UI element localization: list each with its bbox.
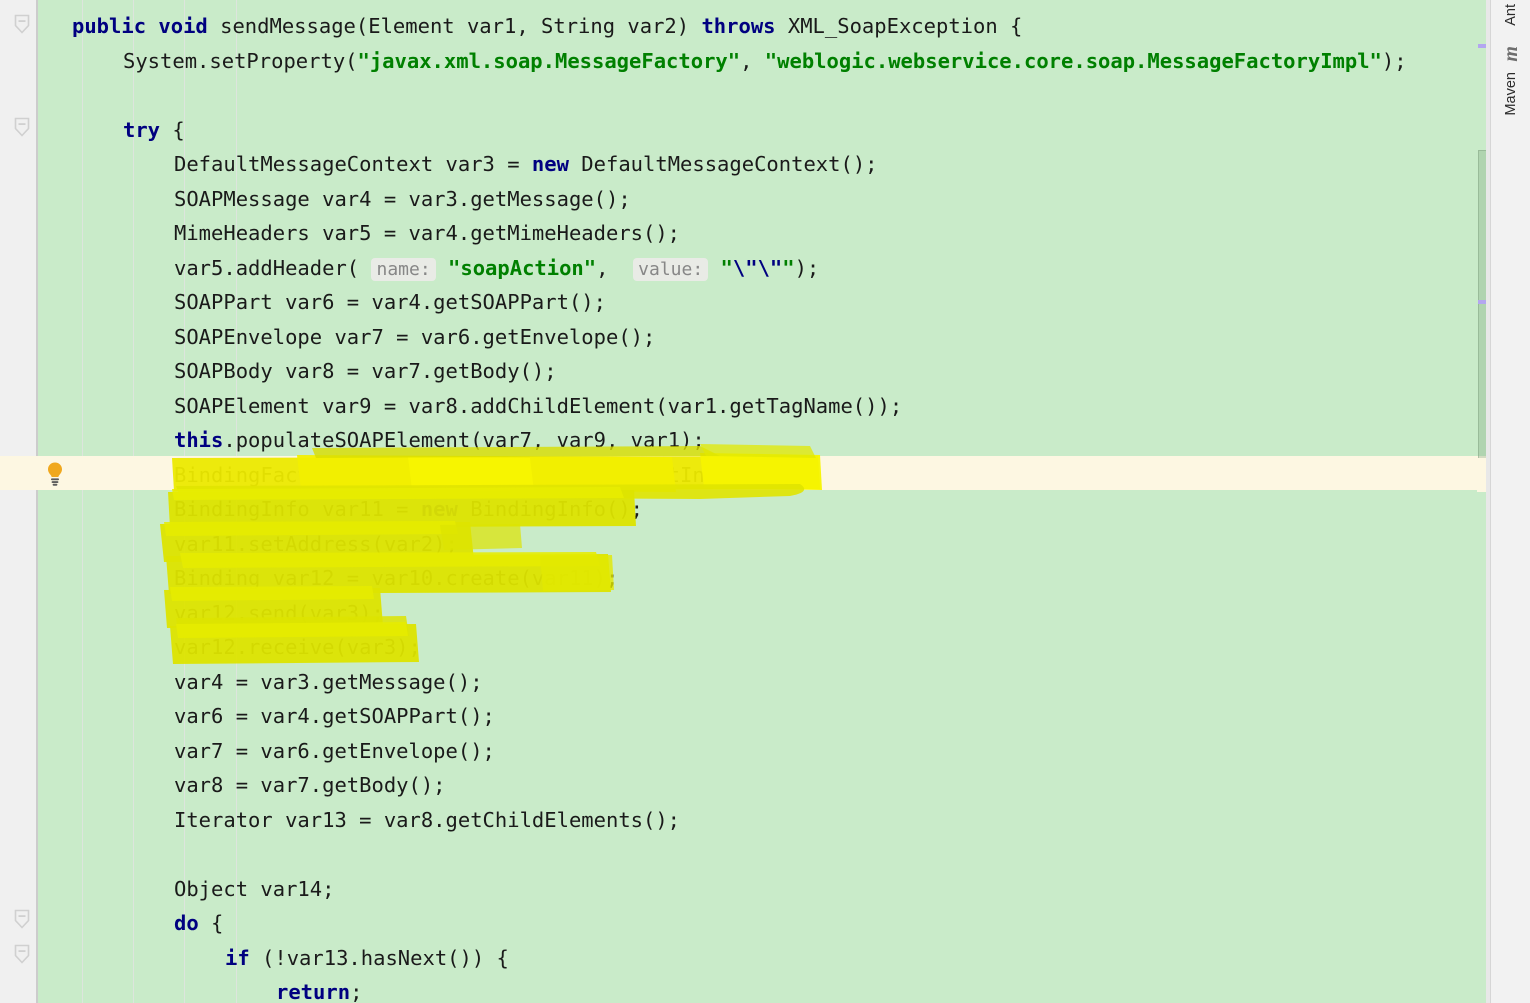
code-token: XML_SoapException { xyxy=(775,14,1023,38)
code-token: , xyxy=(596,255,634,280)
code-token: Object var14; xyxy=(174,876,335,901)
code-token: var4 = var3.getMessage(); xyxy=(174,669,483,694)
code-token: do xyxy=(174,911,199,935)
code-line[interactable]: SOAPBody var8 = var7.getBody(); xyxy=(174,354,557,389)
code-token: ); xyxy=(794,255,820,280)
code-line[interactable]: var4 = var3.getMessage(); xyxy=(174,665,483,700)
code-line[interactable]: SOAPElement var9 = var8.addChildElement(… xyxy=(174,389,902,424)
code-token: " xyxy=(720,255,733,280)
ide-editor-window: public void sendMessage(Element var1, St… xyxy=(0,0,1530,1003)
code-token: SOAPElement var9 = var8.addChildElement(… xyxy=(174,393,903,418)
code-token: DefaultMessageContext var3 = xyxy=(174,152,532,176)
code-line[interactable]: var11.setAddress(var2); xyxy=(174,527,458,562)
code-line[interactable]: SOAPEnvelope var7 = var6.getEnvelope(); xyxy=(174,320,655,355)
code-line[interactable]: var6 = var4.getSOAPPart(); xyxy=(174,699,495,734)
code-token: new xyxy=(420,497,458,521)
code-token: SOAPMessage var4 = var3.getMessage(); xyxy=(174,186,631,211)
code-token: Binding var12 = var10.create(var11); xyxy=(174,566,619,590)
code-token: .populateSOAPElement(var7, var9, var1); xyxy=(223,428,705,452)
code-token: this xyxy=(174,428,224,452)
code-token: "weblogic.webservice.core.soap.MessageFa… xyxy=(764,48,1382,73)
code-line[interactable]: Iterator var13 = var8.getChildElements()… xyxy=(174,803,680,838)
right-tool-window-bar[interactable]: Ant m Maven xyxy=(1490,0,1530,1003)
code-line[interactable]: var5.addHeader( name: "soapAction", valu… xyxy=(174,251,819,286)
code-line[interactable]: MimeHeaders var5 = var4.getMimeHeaders()… xyxy=(174,216,680,251)
tool-window-maven[interactable]: Maven xyxy=(1491,72,1530,116)
code-token: public xyxy=(72,14,147,38)
code-token: if xyxy=(225,945,250,970)
code-line[interactable]: if (!var13.hasNext()) { xyxy=(225,941,509,976)
code-line[interactable]: var12.send(var3); xyxy=(174,596,384,631)
code-line[interactable]: Object var14; xyxy=(174,872,334,907)
maven-icon-glyph: m xyxy=(1499,46,1522,62)
code-line[interactable]: System.setProperty("javax.xml.soap.Messa… xyxy=(123,44,1407,79)
code-line[interactable]: this.populateSOAPElement(var7, var9, var… xyxy=(174,423,705,458)
code-line[interactable]: BindingInfo var11 = new BindingInfo(); xyxy=(174,492,643,527)
code-token: { xyxy=(160,117,185,142)
code-token: sendMessage(Element var1, String var2) xyxy=(207,14,702,38)
code-token: BindingInfo(); xyxy=(457,497,644,521)
code-token: " xyxy=(782,255,795,280)
code-token: , xyxy=(740,48,765,73)
code-token: "soapAction" xyxy=(448,255,597,280)
code-token: return xyxy=(276,980,351,1003)
code-token: { xyxy=(198,911,224,935)
code-token: \" xyxy=(732,255,758,280)
code-token: var12.send(var3); xyxy=(174,600,384,625)
tool-window-label: Maven xyxy=(1503,72,1519,116)
tool-window-label: Ant xyxy=(1503,4,1519,26)
code-token: BindingFactory var10 = BindingFactory.ge… xyxy=(174,462,816,487)
code-token: SOAPBody var8 = var7.getBody(); xyxy=(174,359,557,383)
code-token: var11.setAddress(var2); xyxy=(174,531,458,556)
code-token: throws xyxy=(701,14,776,38)
code-token: new xyxy=(531,152,569,176)
tool-window-ant[interactable]: Ant xyxy=(1491,4,1530,26)
code-token: var8 = var7.getBody(); xyxy=(174,773,446,797)
code-line[interactable]: SOAPPart var6 = var4.getSOAPPart(); xyxy=(174,285,606,320)
code-line[interactable]: SOAPMessage var4 = var3.getMessage(); xyxy=(174,182,631,217)
maven-icon[interactable]: m xyxy=(1491,46,1530,62)
code-line[interactable]: var8 = var7.getBody(); xyxy=(174,768,446,803)
code-line[interactable]: var7 = var6.getEnvelope(); xyxy=(174,734,495,769)
code-token: void xyxy=(158,14,208,38)
code-text[interactable]: public void sendMessage(Element var1, St… xyxy=(0,0,1490,1003)
code-editor[interactable]: public void sendMessage(Element var1, St… xyxy=(0,0,1490,1003)
code-line[interactable]: public void sendMessage(Element var1, St… xyxy=(72,9,1022,44)
code-line[interactable]: do { xyxy=(174,906,223,941)
code-token: BindingInfo var11 = xyxy=(174,497,421,521)
code-token: "javax.xml.soap.MessageFactory" xyxy=(357,48,741,73)
code-token: ; xyxy=(350,980,363,1003)
code-line[interactable]: return; xyxy=(276,975,362,1003)
code-line[interactable]: BindingFactory var10 = BindingFactory.ge… xyxy=(174,458,816,493)
code-token: (!var13.hasNext()) { xyxy=(249,945,509,970)
code-token: SOAPPart var6 = var4.getSOAPPart(); xyxy=(174,290,606,314)
parameter-hint: name: xyxy=(371,257,436,281)
code-line[interactable]: try { xyxy=(123,113,185,148)
code-token: Iterator var13 = var8.getChildElements()… xyxy=(174,807,681,832)
code-token: MimeHeaders var5 = var4.getMimeHeaders()… xyxy=(174,221,681,245)
code-token: try xyxy=(123,117,161,142)
code-token: var5.addHeader( xyxy=(174,255,372,280)
code-token: ); xyxy=(1381,48,1407,73)
code-token: System.setProperty( xyxy=(123,48,358,73)
code-token: var12.receive(var3); xyxy=(174,635,421,659)
code-line[interactable]: DefaultMessageContext var3 = new Default… xyxy=(174,147,878,182)
code-line[interactable]: var12.receive(var3); xyxy=(174,630,421,665)
code-token: \" xyxy=(757,255,783,280)
code-token: var6 = var4.getSOAPPart(); xyxy=(174,704,495,728)
code-token: var7 = var6.getEnvelope(); xyxy=(174,738,495,763)
parameter-hint: value: xyxy=(633,257,709,281)
code-line[interactable]: Binding var12 = var10.create(var11); xyxy=(174,561,618,596)
code-token: DefaultMessageContext(); xyxy=(568,152,878,176)
code-token: SOAPEnvelope var7 = var6.getEnvelope(); xyxy=(174,324,656,349)
